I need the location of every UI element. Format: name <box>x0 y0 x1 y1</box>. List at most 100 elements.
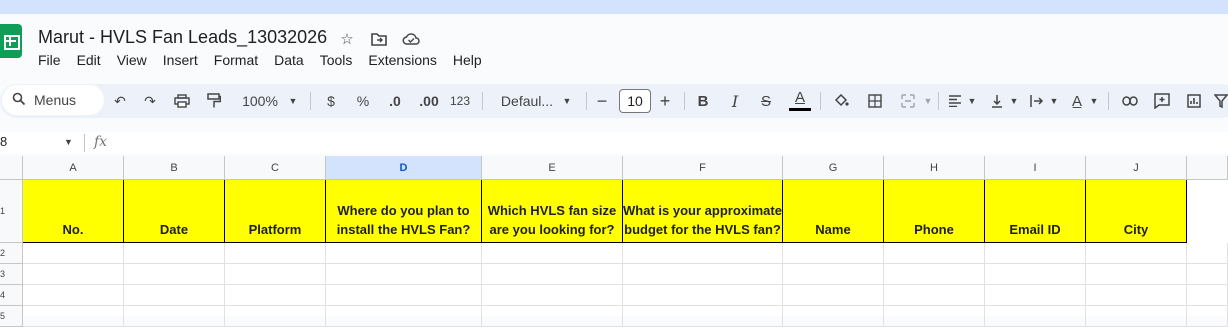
menu-insert[interactable]: Insert <box>163 52 198 68</box>
grid-cell[interactable] <box>23 285 124 306</box>
grid-cell[interactable] <box>783 243 884 264</box>
header-cell-c[interactable]: Platform <box>225 180 326 243</box>
grid-cell[interactable] <box>985 285 1086 306</box>
grid-cell[interactable] <box>1187 306 1228 327</box>
grid-cell[interactable] <box>225 285 326 306</box>
increase-font-size-button[interactable]: + <box>656 84 674 118</box>
text-wrapping-icon[interactable] <box>1028 84 1046 118</box>
header-cell-h[interactable]: Phone <box>884 180 985 243</box>
chevron-down-icon[interactable]: ▼ <box>1048 84 1060 118</box>
grid-cell[interactable] <box>225 306 326 327</box>
menu-format[interactable]: Format <box>214 52 258 68</box>
insert-link-icon[interactable] <box>1120 84 1140 118</box>
grid-cell[interactable] <box>482 306 623 327</box>
chevron-down-icon[interactable]: ▼ <box>1088 84 1100 118</box>
grid-cell[interactable] <box>482 285 623 306</box>
grid-cell[interactable] <box>985 243 1086 264</box>
chevron-down-icon[interactable]: ▼ <box>966 84 978 118</box>
header-cell-a[interactable]: No. <box>23 180 124 243</box>
grid-cell[interactable] <box>124 264 225 285</box>
grid-cell[interactable] <box>1086 264 1187 285</box>
grid-cell[interactable] <box>985 264 1086 285</box>
horizontal-align-icon[interactable] <box>946 84 964 118</box>
menu-help[interactable]: Help <box>453 52 482 68</box>
paint-format-icon[interactable] <box>204 84 224 118</box>
menu-view[interactable]: View <box>117 52 147 68</box>
grid-cell[interactable] <box>225 264 326 285</box>
grid-cell[interactable] <box>783 306 884 327</box>
select-all-corner[interactable] <box>0 156 23 180</box>
grid-cell[interactable] <box>884 306 985 327</box>
chevron-down-icon[interactable]: ▼ <box>64 137 73 147</box>
header-cell-f[interactable]: What is your approximate budget for the … <box>623 180 783 243</box>
header-cell-d[interactable]: Where do you plan to install the HVLS Fa… <box>326 180 482 243</box>
increase-decimal-button[interactable]: .00 <box>416 84 442 118</box>
grid-cell[interactable] <box>985 306 1086 327</box>
column-header-c[interactable]: C <box>225 156 326 180</box>
insert-comment-icon[interactable] <box>1152 84 1172 118</box>
grid-cell[interactable] <box>482 243 623 264</box>
insert-chart-icon[interactable] <box>1184 84 1204 118</box>
row-header-2[interactable]: 2 <box>0 243 23 264</box>
grid-cell[interactable] <box>884 285 985 306</box>
grid-cell[interactable] <box>1086 285 1187 306</box>
grid-cell[interactable] <box>1187 285 1228 306</box>
menus-search[interactable]: Menus <box>2 85 104 115</box>
grid-cell[interactable] <box>623 264 783 285</box>
column-header-b[interactable]: B <box>124 156 225 180</box>
column-header-k[interactable] <box>1187 156 1228 180</box>
grid-cell[interactable] <box>884 264 985 285</box>
grid-cell[interactable] <box>783 285 884 306</box>
strikethrough-button[interactable]: S <box>756 84 776 118</box>
chevron-down-icon[interactable]: ▼ <box>922 84 934 118</box>
grid-cell[interactable] <box>326 306 482 327</box>
grid-cell[interactable] <box>23 306 124 327</box>
menu-file[interactable]: File <box>38 52 61 68</box>
currency-format-button[interactable]: $ <box>322 84 340 118</box>
redo-icon[interactable]: ↷ <box>140 84 160 118</box>
column-header-d[interactable]: D <box>326 156 482 180</box>
grid-cell[interactable] <box>124 306 225 327</box>
percent-format-button[interactable]: % <box>354 84 372 118</box>
menu-data[interactable]: Data <box>274 52 304 68</box>
grid-cell[interactable] <box>23 243 124 264</box>
text-rotation-icon[interactable]: A̲ <box>1068 84 1086 118</box>
header-cell-e[interactable]: Which HVLS fan size are you looking for? <box>482 180 623 243</box>
font-family-select[interactable]: Defaul... <box>494 84 560 118</box>
grid-cell[interactable] <box>1086 306 1187 327</box>
grid-cell[interactable] <box>623 306 783 327</box>
row-header-5[interactable]: 5 <box>0 306 23 327</box>
cloud-status-icon[interactable] <box>400 29 422 49</box>
header-cell-j[interactable]: City <box>1086 180 1187 243</box>
borders-icon[interactable] <box>866 84 884 118</box>
column-header-g[interactable]: G <box>783 156 884 180</box>
row-header-1[interactable]: 1 <box>0 180 23 243</box>
column-header-a[interactable]: A <box>23 156 124 180</box>
grid-cell[interactable] <box>623 285 783 306</box>
grid-cell[interactable] <box>124 285 225 306</box>
grid-cell[interactable] <box>482 264 623 285</box>
font-size-input[interactable]: 10 <box>619 89 651 113</box>
column-header-i[interactable]: I <box>985 156 1086 180</box>
column-header-f[interactable]: F <box>623 156 783 180</box>
text-color-button[interactable]: A <box>788 84 812 118</box>
decrease-font-size-button[interactable]: − <box>594 84 610 118</box>
merge-cells-icon[interactable] <box>898 84 918 118</box>
grid-cell[interactable] <box>783 264 884 285</box>
decrease-decimal-button[interactable]: .0 <box>384 84 406 118</box>
column-header-h[interactable]: H <box>884 156 985 180</box>
row-header-3[interactable]: 3 <box>0 264 23 285</box>
bold-button[interactable]: B <box>694 84 712 118</box>
menu-tools[interactable]: Tools <box>320 52 353 68</box>
sheets-logo-icon[interactable] <box>0 24 22 58</box>
grid-cell[interactable] <box>23 264 124 285</box>
fill-color-icon[interactable] <box>832 84 850 118</box>
vertical-align-icon[interactable] <box>988 84 1006 118</box>
menu-extensions[interactable]: Extensions <box>368 52 436 68</box>
header-cell-g[interactable]: Name <box>783 180 884 243</box>
name-box[interactable]: 8 <box>0 134 7 149</box>
grid-cell[interactable] <box>326 243 482 264</box>
undo-icon[interactable]: ↶ <box>110 84 130 118</box>
grid-cell[interactable] <box>124 243 225 264</box>
grid-cell[interactable] <box>326 285 482 306</box>
